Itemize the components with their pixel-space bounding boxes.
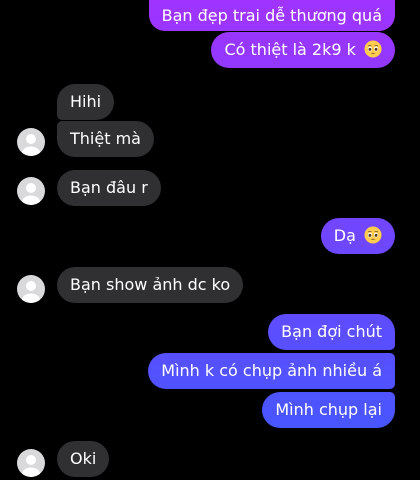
message-outgoing[interactable]: Có thiệt là 2k9 k — [211, 32, 395, 68]
pleading-face-emoji-icon — [364, 226, 382, 244]
pleading-face-emoji-icon — [364, 40, 382, 58]
message-text: Mình chụp lại — [275, 400, 382, 419]
default-avatar-icon — [22, 134, 40, 156]
message-outgoing[interactable]: Bạn đợi chút — [268, 314, 395, 350]
default-avatar-icon — [22, 281, 40, 303]
message-text: Bạn đâu r — [70, 178, 148, 197]
message-text: Bạn show ảnh dc ko — [70, 275, 231, 294]
chat-thread: Bạn đẹp trai dễ thương quá Có thiệt là 2… — [0, 0, 420, 480]
avatar[interactable] — [17, 275, 45, 303]
message-incoming[interactable]: Bạn đâu r — [57, 170, 161, 206]
message-incoming[interactable]: Thiệt mà — [57, 121, 154, 157]
message-text: Mình k có chụp ảnh nhiều á — [161, 361, 382, 380]
message-text: Hihi — [70, 92, 102, 111]
avatar[interactable] — [17, 128, 45, 156]
message-text: Dạ — [333, 226, 356, 245]
message-outgoing[interactable]: Bạn đẹp trai dễ thương quá — [148, 0, 395, 31]
message-text: Bạn đẹp trai dễ thương quá — [161, 6, 382, 25]
message-text: Thiệt mà — [70, 129, 141, 148]
message-incoming[interactable]: Bạn show ảnh dc ko — [57, 267, 244, 303]
message-outgoing[interactable]: Dạ — [320, 218, 395, 254]
message-text: Có thiệt là 2k9 k — [224, 40, 356, 59]
message-text: Bạn đợi chút — [281, 322, 382, 341]
avatar[interactable] — [17, 177, 45, 205]
message-outgoing[interactable]: Mình chụp lại — [262, 392, 395, 428]
message-incoming[interactable]: Hihi — [57, 84, 115, 120]
message-text: Oki — [70, 449, 97, 468]
default-avatar-icon — [22, 183, 40, 205]
message-incoming[interactable]: Oki — [57, 441, 110, 477]
default-avatar-icon — [22, 455, 40, 477]
avatar[interactable] — [17, 449, 45, 477]
message-outgoing[interactable]: Mình k có chụp ảnh nhiều á — [148, 353, 395, 389]
